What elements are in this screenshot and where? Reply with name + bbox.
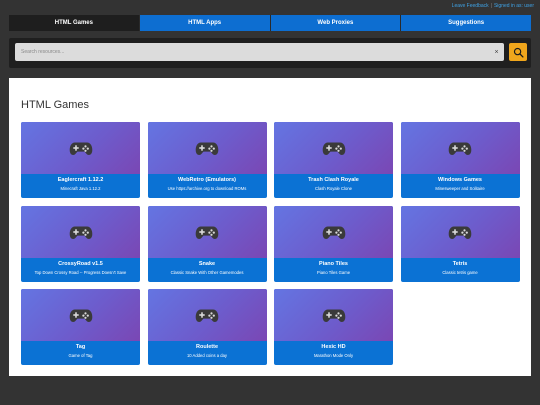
game-card[interactable]: Snake Classic Snake With Other Gamemodes — [147, 206, 267, 282]
top-bar: Leave Feedback | Signed in as: user — [0, 0, 540, 14]
game-description: 10 Added coins a day — [186, 353, 228, 358]
nav-tabs: HTML Games HTML Apps Web Proxies Suggest… — [9, 15, 531, 31]
tab-web-proxies[interactable]: Web Proxies — [270, 15, 402, 31]
search-input[interactable] — [21, 49, 481, 55]
game-title: Snake — [198, 261, 216, 267]
gamepad-icon — [322, 309, 345, 322]
gamepad-icon — [195, 142, 219, 155]
game-thumbnail — [21, 206, 140, 258]
tab-suggestions[interactable]: Suggestions — [401, 15, 531, 31]
game-thumbnail — [274, 206, 393, 258]
footer — [0, 376, 540, 405]
tab-html-apps[interactable]: HTML Apps — [139, 15, 271, 31]
game-title: WebRetro (Emulators) — [178, 177, 236, 183]
gamepad-icon — [322, 226, 345, 239]
game-title: Eaglercraft 1.12.2 — [57, 177, 104, 183]
game-card[interactable]: Tag Game of Tag — [21, 289, 140, 365]
gamepad-icon — [69, 142, 92, 155]
game-thumbnail — [147, 206, 267, 258]
gamepad-icon — [448, 226, 472, 239]
game-title: Trash Clash Royale — [308, 177, 359, 183]
top-links: Leave Feedback | Signed in as: user — [452, 3, 534, 9]
game-description: Classic Snake With Other Gamemodes — [170, 270, 244, 275]
game-card[interactable]: Eaglercraft 1.12.2 Minecraft Java 1.12.2 — [21, 122, 140, 198]
game-title: Roulette — [196, 344, 218, 350]
link-separator: | — [490, 3, 492, 9]
game-thumbnail — [274, 122, 393, 174]
game-description: Minesweeper and Solitaire — [435, 186, 485, 191]
game-description: Marathon Mode Only — [313, 353, 354, 358]
gamepad-icon — [195, 226, 219, 239]
main-content: HTML Games Eaglercraft 1.12.2 Minecraft J… — [9, 78, 531, 376]
game-card[interactable]: Roulette 10 Added coins a day — [147, 289, 267, 365]
search-icon — [513, 47, 524, 58]
gamepad-icon — [322, 142, 345, 155]
signed-in-link[interactable]: Signed in as: user — [494, 3, 534, 9]
game-title: Piano Tiles — [319, 261, 348, 267]
page-title: HTML Games — [21, 99, 90, 111]
game-thumbnail — [21, 289, 140, 341]
search-box: × — [15, 43, 504, 61]
gamepad-icon — [448, 142, 472, 155]
gamepad-icon — [195, 309, 219, 322]
game-description: Top Down Crossy Road -- Progress Doesn't… — [34, 270, 127, 275]
gamepad-icon — [69, 309, 92, 322]
game-title: Hexic HD — [321, 344, 346, 350]
game-thumbnail — [147, 122, 267, 174]
game-description: Use https://archive.org to download ROMs — [167, 186, 247, 191]
game-card[interactable]: Tetris Classic tetris game — [400, 206, 520, 282]
game-title: Windows Games — [438, 177, 482, 183]
search-bar: × — [9, 38, 531, 68]
game-description: Classic tetris game — [442, 270, 478, 275]
gamepad-icon — [69, 226, 92, 239]
game-title: Tetris — [452, 261, 468, 267]
game-thumbnail — [400, 122, 520, 174]
game-card[interactable]: Windows Games Minesweeper and Solitaire — [400, 122, 520, 198]
clear-search-icon[interactable]: × — [492, 47, 501, 57]
game-description: Piano Tiles Game — [316, 270, 351, 275]
game-card[interactable]: Piano Tiles Piano Tiles Game — [274, 206, 393, 282]
search-button[interactable] — [509, 43, 527, 61]
game-description: Game of Tag — [68, 353, 93, 358]
leave-feedback-link[interactable]: Leave Feedback — [452, 3, 489, 9]
game-description: Clash Royale Clone — [314, 186, 352, 191]
game-thumbnail — [21, 122, 140, 174]
game-thumbnail — [274, 289, 393, 341]
game-card[interactable]: WebRetro (Emulators) Use https://archive.… — [147, 122, 267, 198]
game-card[interactable]: Hexic HD Marathon Mode Only — [274, 289, 393, 365]
game-description: Minecraft Java 1.12.2 — [60, 186, 101, 191]
tab-html-games[interactable]: HTML Games — [9, 15, 140, 31]
game-title: Tag — [75, 344, 86, 350]
game-card[interactable]: Trash Clash Royale Clash Royale Clone — [274, 122, 393, 198]
game-thumbnail — [400, 206, 520, 258]
game-thumbnail — [147, 289, 267, 341]
game-title: CrossyRoad v1.5 — [58, 261, 103, 267]
game-card[interactable]: CrossyRoad v1.5 Top Down Crossy Road -- P… — [21, 206, 140, 282]
